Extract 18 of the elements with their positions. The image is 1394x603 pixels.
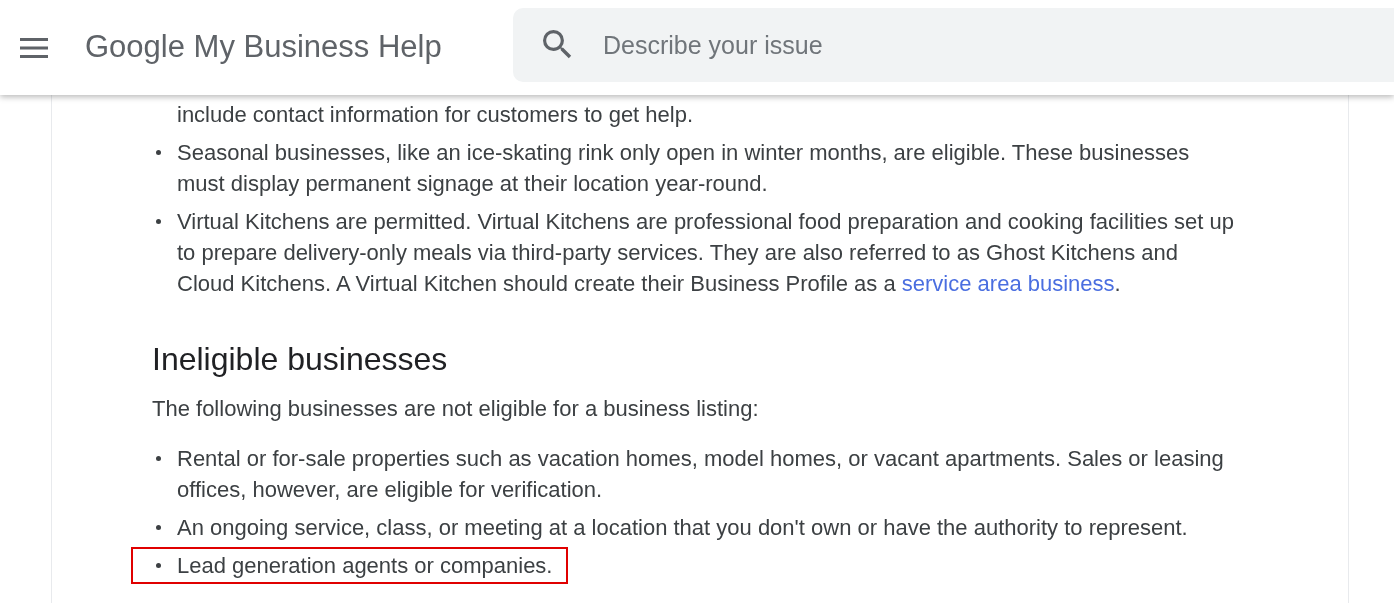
search-field[interactable]: Describe your issue [513,8,1394,82]
bullet-icon [156,456,161,461]
list-item-text: An ongoing service, class, or meeting at a location that you don't own or have the authority to represent. [177,514,1188,542]
text-link[interactable]: service area business [901,271,1115,296]
list-item-text: Seasonal businesses, like an ice-skating rink only open in winter months, are eligible. These businesses must display permanent signage at their location year-round. [177,139,1191,198]
bullet-icon [156,563,161,568]
list-item-text: Rental or for-sale properties such as vacation homes, model homes, or vacant apartments. Sales or leasing offices, however, are eligible for verification. [177,445,1225,504]
section-heading: Ineligible businesses [152,341,449,377]
bullet-icon [156,150,161,155]
bullet-icon [156,525,161,530]
site-title[interactable]: Google My Business Help [85,24,442,71]
list-item-text: Lead generation agents or companies. [177,552,553,580]
bullet-icon [156,219,161,224]
search-icon [543,30,572,59]
list-item-text: include contact information for customers to get help. [177,101,694,129]
intro-text: The following businesses are not eligible for a business listing: [152,395,760,423]
menu-icon[interactable] [20,37,48,58]
list-item-text: Virtual Kitchens are permitted. Virtual Kitchens are professional food preparation and cooking facilities set up to prepare delivery-only meals via third-party services. They are also referred to as Ghost Kitchens and Cloud Kitchens. A Virtual Kitchen should create their Business Profile as a service area business. [177,208,1235,298]
